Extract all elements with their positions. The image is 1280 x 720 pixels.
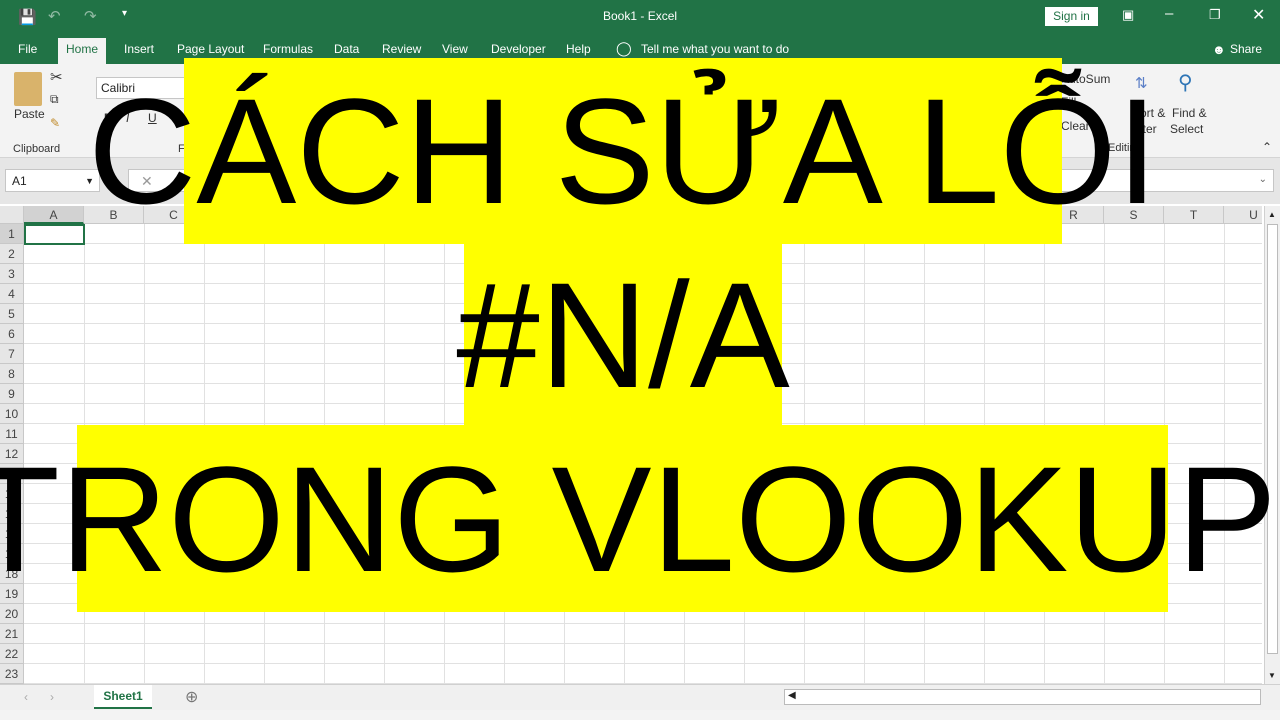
name-box-value: A1: [12, 174, 27, 188]
prev-sheet-icon[interactable]: ‹: [24, 690, 28, 704]
tab-view[interactable]: View: [442, 42, 468, 56]
select-label[interactable]: Select: [1170, 122, 1203, 136]
find-label[interactable]: Find &: [1172, 106, 1207, 120]
row-header-4[interactable]: 4: [0, 284, 24, 304]
sheet-tab-bar: ‹ › Sheet1 ⊕ ◀: [0, 684, 1280, 710]
share-icon[interactable]: ☻: [1212, 42, 1226, 57]
expand-formula-icon[interactable]: ⌄: [1259, 174, 1267, 185]
ribbon-display-icon[interactable]: ▣: [1122, 7, 1134, 23]
name-box[interactable]: A1 ▼: [5, 169, 100, 192]
redo-icon[interactable]: ↷: [84, 7, 97, 25]
tab-home[interactable]: Home: [58, 38, 107, 64]
share-button[interactable]: Share: [1230, 42, 1262, 56]
scroll-left-icon[interactable]: ◀: [788, 690, 796, 701]
find-icon[interactable]: ⚲: [1178, 70, 1193, 95]
row-header-3[interactable]: 3: [0, 264, 24, 284]
row-header-6[interactable]: 6: [0, 324, 24, 344]
row-header-21[interactable]: 21: [0, 624, 24, 644]
row-header-23[interactable]: 23: [0, 664, 24, 684]
row-header-9[interactable]: 9: [0, 384, 24, 404]
tab-insert[interactable]: Insert: [124, 42, 154, 56]
overlay-title-line1: CÁCH SỬA LỖI: [88, 58, 1158, 244]
copy-icon[interactable]: ⧉: [50, 92, 59, 107]
cut-icon[interactable]: ✂: [50, 68, 63, 86]
gridline: [24, 643, 1262, 644]
row-header-8[interactable]: 8: [0, 364, 24, 384]
tab-developer[interactable]: Developer: [491, 42, 546, 56]
scroll-up-icon[interactable]: ▲: [1268, 210, 1276, 219]
save-icon[interactable]: 💾: [18, 8, 37, 26]
row-header-1[interactable]: 1: [0, 224, 24, 244]
add-sheet-icon[interactable]: ⊕: [185, 687, 198, 707]
gridline: [24, 663, 1262, 664]
row-header-22[interactable]: 22: [0, 644, 24, 664]
select-all-corner[interactable]: [0, 206, 24, 224]
close-icon[interactable]: ✕: [1252, 5, 1265, 25]
row-header-10[interactable]: 10: [0, 404, 24, 424]
column-header-U[interactable]: U: [1224, 206, 1262, 224]
restore-icon[interactable]: ❐: [1209, 7, 1221, 23]
tab-file[interactable]: File: [18, 42, 37, 56]
paste-icon[interactable]: [14, 72, 42, 106]
column-header-T[interactable]: T: [1164, 206, 1224, 224]
tell-me-search[interactable]: Tell me what you want to do: [641, 42, 789, 56]
selected-cell[interactable]: [24, 224, 85, 245]
next-sheet-icon[interactable]: ›: [50, 690, 54, 704]
undo-icon[interactable]: ↶: [48, 7, 61, 25]
tab-help[interactable]: Help: [566, 42, 591, 56]
clipboard-group-label: Clipboard: [13, 143, 61, 155]
minimize-icon[interactable]: –: [1165, 5, 1173, 22]
horizontal-scrollbar[interactable]: ◀: [784, 689, 1261, 705]
sign-in-button[interactable]: Sign in: [1045, 7, 1098, 26]
tab-page-layout[interactable]: Page Layout: [177, 42, 244, 56]
status-bar: [0, 710, 1280, 720]
format-painter-icon[interactable]: ✎: [50, 116, 60, 130]
row-header-7[interactable]: 7: [0, 344, 24, 364]
row-header-2[interactable]: 2: [0, 244, 24, 264]
tab-data[interactable]: Data: [334, 42, 359, 56]
tab-formulas[interactable]: Formulas: [263, 42, 313, 56]
customize-qat-icon[interactable]: ▾: [122, 8, 127, 19]
overlay-title-line2: #N/A: [456, 243, 790, 426]
title-bar: 💾 ↶ ↷ ▾ Book1 - Excel Sign in ▣ – ❐ ✕: [0, 0, 1280, 34]
collapse-ribbon-icon[interactable]: ⌃: [1262, 140, 1272, 154]
overlay-title-line3: TRONG VLOOKUP: [0, 425, 1277, 612]
paste-button[interactable]: Paste: [14, 107, 45, 121]
scroll-down-icon[interactable]: ▼: [1268, 671, 1276, 680]
column-header-A[interactable]: A: [24, 206, 84, 224]
sheet-tab-sheet1[interactable]: Sheet1: [94, 685, 152, 709]
row-header-5[interactable]: 5: [0, 304, 24, 324]
row-header-20[interactable]: 20: [0, 604, 24, 624]
window-title: Book1 - Excel: [603, 9, 678, 23]
gridline: [24, 623, 1262, 624]
tab-review[interactable]: Review: [382, 42, 421, 56]
lightbulb-icon: ◯: [616, 40, 632, 56]
